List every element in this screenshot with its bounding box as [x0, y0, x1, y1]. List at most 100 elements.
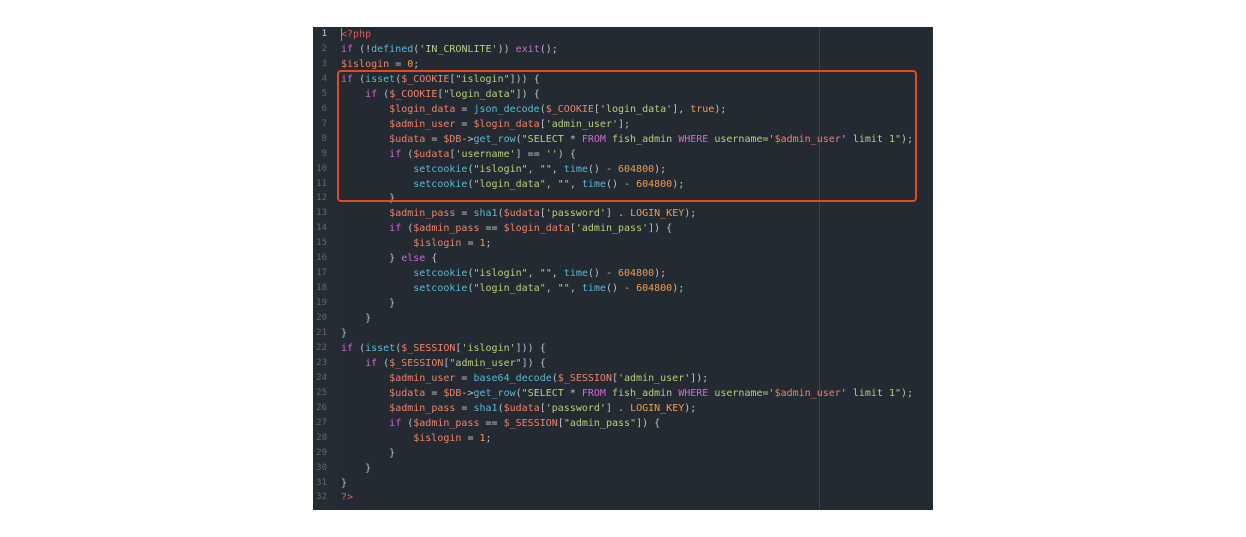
code-text: } else {: [341, 251, 437, 266]
code-token: {: [425, 253, 438, 265]
code-token: ])) {: [515, 342, 546, 354]
code-line[interactable]: 1 <?php: [313, 27, 933, 42]
code-text: $islogin = 1;: [341, 236, 492, 251]
code-token: $islogin: [413, 432, 462, 444]
code-line[interactable]: 27 if ($admin_pass == $_SESSION["admin_p…: [313, 416, 933, 431]
line-number: 12: [316, 193, 327, 204]
code-token: $DB: [443, 387, 462, 399]
code-token: "": [557, 283, 570, 295]
code-token: $_SESSION: [401, 342, 456, 354]
code-token: if: [389, 223, 402, 235]
line-number: 6: [321, 103, 327, 114]
code-line[interactable]: 19 }: [313, 296, 933, 311]
code-line[interactable]: 16 } else {: [313, 251, 933, 266]
code-token: ;: [485, 238, 492, 250]
code-token: isset: [365, 342, 396, 354]
code-token: }: [341, 447, 396, 459]
code-token: ]) {: [521, 357, 546, 369]
code-text: setcookie("login_data", "", time() - 604…: [341, 281, 684, 296]
code-token: LOGIN_KEY: [630, 402, 685, 414]
code-token: $udata: [503, 402, 540, 414]
line-number: 4: [321, 73, 327, 84]
code-token: 'admin_user': [618, 372, 691, 384]
code-text: <?php: [341, 27, 371, 42]
code-line[interactable]: 31}: [313, 476, 933, 491]
code-line[interactable]: 23 if ($_SESSION["admin_user"]) {: [313, 356, 933, 371]
code-line[interactable]: 20 }: [313, 311, 933, 326]
code-token: $udata: [503, 208, 540, 220]
code-token: setcookie: [413, 283, 468, 295]
code-line[interactable]: 26 $admin_pass = sha1($udata['password']…: [313, 401, 933, 416]
code-token: }: [341, 298, 396, 310]
line-number: 24: [316, 372, 327, 383]
line-number: 21: [316, 328, 327, 338]
code-line[interactable]: 13 $admin_pass = sha1($udata['password']…: [313, 206, 933, 221]
code-token: ]);: [690, 372, 709, 384]
code-token: ;: [485, 432, 492, 444]
code-line[interactable]: 15 $islogin = 1;: [313, 236, 933, 251]
code-token: $_SESSION: [557, 372, 612, 384]
code-token: ] .: [605, 208, 631, 220]
code-token: $_SESSION: [389, 357, 444, 369]
line-number: 7: [321, 118, 327, 129]
line-number: 1: [321, 29, 327, 39]
line-number: 10: [316, 163, 327, 174]
line-number: 16: [316, 253, 327, 264]
code-token: }: [341, 328, 348, 339]
code-line[interactable]: 18 setcookie("login_data", "", time() - …: [313, 281, 933, 296]
code-line[interactable]: 21}: [313, 326, 933, 341]
code-line[interactable]: 29 }: [313, 446, 933, 461]
code-token: $_SESSION: [503, 417, 558, 429]
code-token: ==: [479, 223, 504, 235]
code-token: WHERE: [678, 387, 709, 399]
line-number: 5: [321, 88, 327, 99]
line-number: 15: [316, 238, 327, 249]
code-line[interactable]: 14 if ($admin_pass == $login_data['admin…: [313, 221, 933, 236]
line-number: 25: [316, 387, 327, 398]
code-token: if: [365, 357, 378, 369]
code-token: time: [581, 283, 606, 295]
line-number: 9: [321, 148, 327, 159]
code-token: "": [539, 268, 552, 280]
code-token: "admin_user": [449, 357, 522, 369]
code-token: ?>: [341, 492, 354, 504]
code-text: }: [341, 446, 395, 461]
code-token: }: [341, 477, 348, 489]
code-text: }: [341, 326, 347, 341]
code-text: $admin_user = base64_decode($_SESSION['a…: [341, 371, 708, 386]
code-token: );: [684, 208, 697, 220]
code-token: =: [455, 402, 474, 414]
code-token: "login_data": [473, 283, 546, 295]
code-line[interactable]: 2 if (!defined('IN_CRONLITE')) exit();: [313, 42, 933, 57]
code-line[interactable]: 32 ?>: [313, 490, 933, 505]
code-token: "islogin": [473, 268, 528, 280]
code-text: if (!defined('IN_CRONLITE')) exit();: [341, 42, 558, 57]
code-line[interactable]: 22 if (isset($_SESSION['islogin'])) {: [313, 341, 933, 356]
code-line[interactable]: 30 }: [313, 461, 933, 476]
line-number: 19: [316, 298, 327, 309]
code-line[interactable]: 24 $admin_user = base64_decode($_SESSION…: [313, 371, 933, 386]
code-text: if ($admin_pass == $login_data['admin_pa…: [341, 221, 672, 236]
code-text: }: [341, 296, 395, 311]
line-number: 30: [316, 462, 327, 473]
code-line[interactable]: 25 $udata = $DB->get_row("SELECT * FROM …: [313, 386, 933, 401]
code-token: FROM: [581, 387, 606, 399]
line-number: 28: [316, 432, 327, 443]
code-token: $login_data: [503, 223, 570, 235]
code-token: $admin_pass: [389, 402, 456, 414]
code-token: );: [684, 402, 697, 414]
code-line[interactable]: 28 $islogin = 1;: [313, 431, 933, 446]
code-token: 'islogin': [461, 342, 516, 354]
code-token: =: [425, 387, 444, 399]
line-number: 31: [316, 477, 327, 488]
code-token: time: [563, 268, 588, 280]
code-line[interactable]: 17 setcookie("islogin", "", time() - 604…: [313, 266, 933, 281]
code-text: if ($admin_pass == $_SESSION["admin_pass…: [341, 416, 660, 431]
code-token: ();: [539, 43, 558, 55]
